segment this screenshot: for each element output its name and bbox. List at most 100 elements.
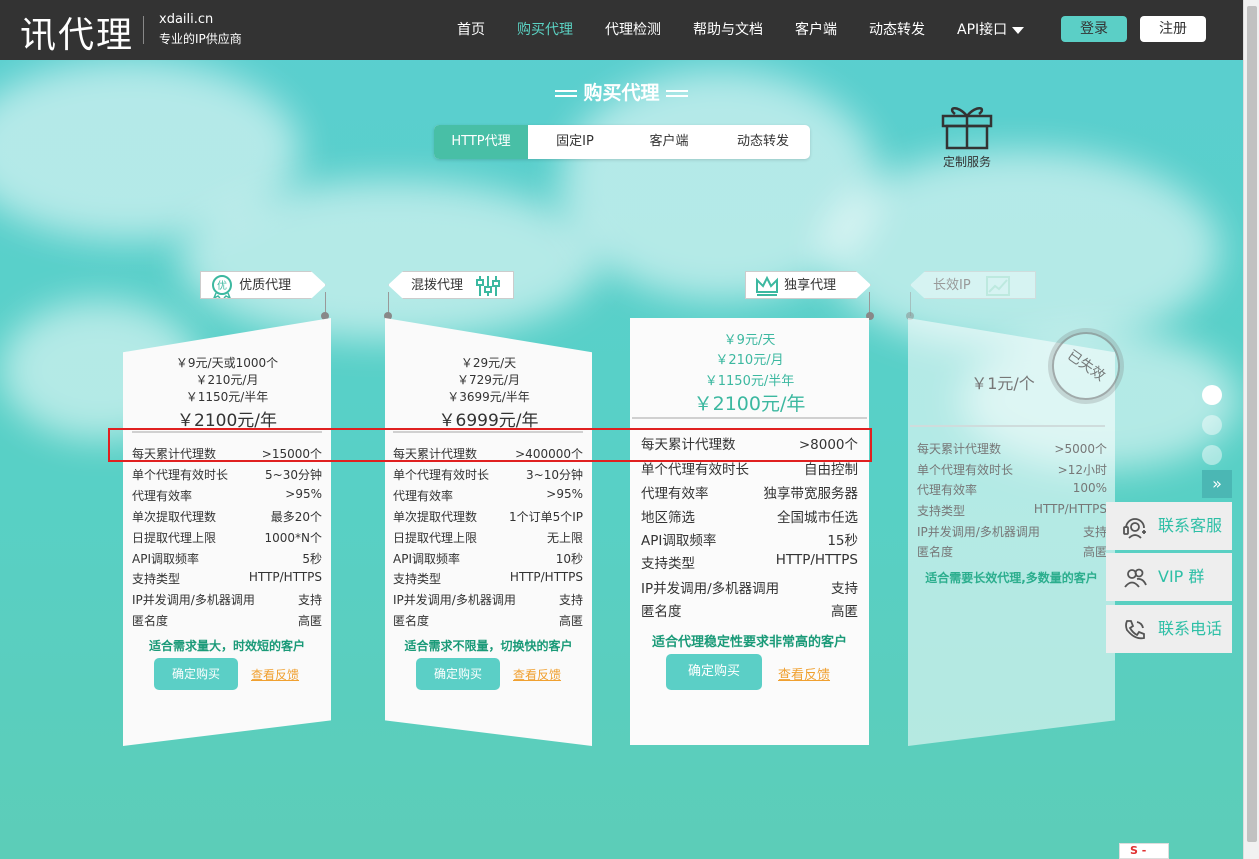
spec-value: 独享带宽服务器	[763, 486, 859, 502]
nav-api-label: API接口	[957, 22, 1008, 38]
feedback-link[interactable]: 查看反馈	[778, 664, 830, 683]
spec-value: HTTP/HTTPS	[509, 570, 583, 584]
spec-key: API调取频率	[132, 552, 199, 566]
spec-key: API调取频率	[393, 552, 460, 566]
page-background: 讯代理 xdaili.cn 专业的IP供应商 首页 购买代理 代理检测 帮助与文…	[0, 0, 1243, 859]
buy-button[interactable]: 确定购买	[416, 658, 500, 690]
spec-value: HTTP/HTTPS	[248, 570, 322, 584]
spec-value: 100%	[1072, 481, 1107, 495]
spec-key: 日提取代理上限	[132, 531, 217, 545]
contact-phone-button[interactable]: 联系电话	[1106, 605, 1232, 653]
spec-key: API调取频率	[641, 533, 717, 549]
nav-proxy-check[interactable]: 代理检测	[589, 0, 677, 60]
spec-key: 匿名度	[917, 545, 954, 559]
spec-key: 支持类型	[132, 572, 181, 586]
price-line: ￥1150元/半年	[704, 374, 795, 389]
ime-indicator[interactable]: S -	[1119, 843, 1169, 859]
spec-value: >95%	[546, 487, 583, 501]
nav-dynamic-forward[interactable]: 动态转发	[853, 0, 941, 60]
spec-key: 匿名度	[132, 614, 169, 628]
contact-service-label: 联系客服	[1158, 516, 1223, 535]
tab-fixed-ip[interactable]: 固定IP	[528, 125, 622, 159]
vertical-scrollbar[interactable]	[1243, 0, 1259, 859]
gift-icon	[941, 107, 993, 150]
expand-sidebar-button[interactable]: »	[1202, 470, 1232, 498]
spec-key: 日提取代理上限	[393, 531, 478, 545]
spec-value: HTTP/HTTPS	[775, 552, 858, 568]
site-domain: xdaili.cn	[159, 12, 214, 27]
feedback-link[interactable]: 查看反馈	[251, 666, 299, 683]
buy-button[interactable]: 确定购买	[154, 658, 238, 690]
main-nav: 首页 购买代理 代理检测 帮助与文档 客户端 动态转发 API接口	[441, 0, 1040, 60]
spec-key: 匿名度	[641, 604, 682, 620]
spec-key: 地区筛选	[641, 510, 695, 526]
card-flag-exclusive: 独享代理	[745, 271, 871, 299]
divider	[632, 417, 867, 419]
spec-key: 单个代理有效时长	[917, 463, 1014, 477]
spec-value: >95%	[285, 487, 322, 501]
nav-help-docs[interactable]: 帮助与文档	[677, 0, 779, 60]
carousel-dot-3[interactable]	[1202, 445, 1222, 465]
spec-key: IP并发调用/多机器调用	[393, 593, 516, 607]
card-flag-mixed: 混拨代理	[388, 271, 514, 299]
site-slogan: 专业的IP供应商	[159, 32, 242, 46]
tab-http-proxy[interactable]: HTTP代理	[434, 125, 528, 159]
product-card-mixed: ￥29元/天 ￥729元/月 ￥3699元/半年 ￥6999元/年 每天累计代理…	[385, 318, 592, 746]
carousel-dot-1[interactable]	[1202, 385, 1222, 405]
spec-value: 全国城市任选	[777, 510, 858, 526]
product-card-exclusive: ￥9元/天 ￥210元/月 ￥1150元/半年 ￥2100元/年 每天累计代理数…	[630, 318, 869, 745]
spec-key: 单个代理有效时长	[393, 468, 490, 482]
spec-value: 高匿	[297, 614, 322, 628]
spec-key: IP并发调用/多机器调用	[132, 593, 255, 607]
nav-buy-proxy[interactable]: 购买代理	[501, 0, 589, 60]
contact-service-button[interactable]: 联系客服	[1106, 502, 1232, 550]
card-name: 独享代理	[784, 278, 837, 293]
divider	[910, 425, 1105, 427]
price-line: ￥729元/月	[457, 373, 520, 387]
section-title: 购买代理	[0, 78, 1243, 105]
spec-value: 1个订单5个IP	[508, 510, 583, 524]
buy-button[interactable]: 确定购买	[666, 654, 762, 690]
spec-value: 10秒	[555, 552, 583, 566]
custom-service-link[interactable]: 定制服务	[932, 100, 1002, 170]
scrollbar-thumb[interactable]	[1247, 6, 1257, 842]
section-title-text: 购买代理	[583, 82, 660, 104]
spec-value: 最多20个	[270, 510, 322, 524]
nav-home[interactable]: 首页	[441, 0, 501, 60]
spec-key: IP并发调用/多机器调用	[641, 581, 780, 597]
spec-value: 支持	[297, 593, 322, 607]
price-line: ￥9元/天或1000个	[175, 356, 279, 370]
spec-key: IP并发调用/多机器调用	[917, 525, 1040, 539]
carousel-dot-2[interactable]	[1202, 415, 1222, 435]
vip-group-button[interactable]: VIP 群	[1106, 553, 1232, 601]
main-price: ￥2100元/年	[693, 393, 806, 415]
spec-key: 代理有效率	[132, 489, 193, 503]
price-line: ￥210元/月	[195, 373, 259, 387]
nav-api[interactable]: API接口	[941, 0, 1040, 60]
price-line: ￥3699元/半年	[447, 390, 530, 404]
top-header: 讯代理 xdaili.cn 专业的IP供应商 首页 购买代理 代理检测 帮助与文…	[0, 0, 1243, 60]
tab-client[interactable]: 客户端	[622, 125, 716, 159]
title-decoration	[665, 90, 688, 97]
crown-icon	[756, 275, 778, 296]
custom-service-label: 定制服务	[942, 155, 991, 169]
feedback-link[interactable]: 查看反馈	[513, 666, 561, 683]
card-flag-premium: 优 优质代理	[200, 271, 326, 299]
logo[interactable]: 讯代理	[20, 6, 134, 58]
spec-value: 支持	[831, 581, 858, 597]
svg-text:优: 优	[217, 279, 227, 292]
spec-key: 支持类型	[393, 572, 442, 586]
register-button[interactable]: 注册	[1140, 16, 1206, 42]
spec-key: 支持类型	[917, 504, 966, 518]
logo-divider	[143, 16, 144, 44]
nav-client[interactable]: 客户端	[779, 0, 853, 60]
price-line: ￥9元/天	[723, 333, 776, 348]
spec-value: 支持	[558, 593, 583, 607]
login-button[interactable]: 登录	[1061, 16, 1127, 42]
spec-key: 代理有效率	[641, 486, 709, 502]
spec-value: 3~10分钟	[526, 468, 583, 482]
trend-chart-icon	[985, 275, 1010, 296]
tab-dynamic-forward[interactable]: 动态转发	[716, 125, 810, 159]
target-customer-hint: 适合需要长效代理,多数量的客户	[925, 571, 1098, 585]
spec-value: >12小时	[1057, 463, 1107, 477]
